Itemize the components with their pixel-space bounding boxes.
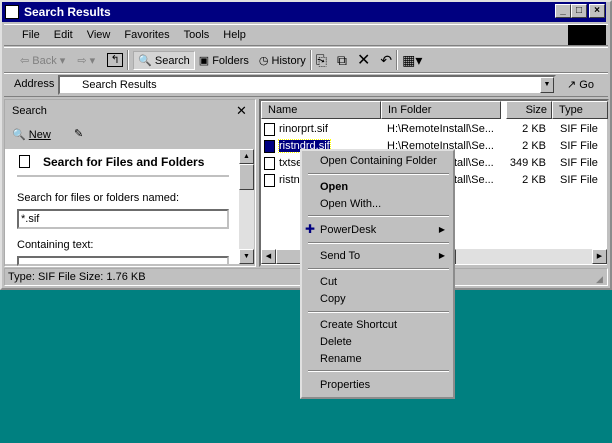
menu-open[interactable]: Open [320,179,348,195]
delete-icon[interactable]: ✕ [357,50,370,70]
window-title: Search Results [24,5,111,19]
maximize-button[interactable]: □ [571,4,587,18]
context-menu: Open Containing Folder Open Open With...… [300,149,455,399]
divider [17,175,229,177]
scroll-up-button[interactable]: ▲ [239,149,254,164]
file-row[interactable]: rinorprt.sif H:\RemoteInstall\Se... 2 KB SI… [264,121,604,138]
resize-grip[interactable]: ◢ [596,274,603,285]
search-window-icon [5,5,19,19]
submenu-arrow-icon: ▶ [438,225,445,234]
copy-to-icon[interactable]: ⧉ [337,52,347,69]
close-button[interactable]: × [589,4,605,18]
sif-file-icon [264,122,275,136]
search-assistant-icon[interactable]: ✎ [74,127,83,140]
column-in-folder[interactable]: In Folder [381,101,501,119]
windows-logo [568,25,606,45]
column-type[interactable]: Type [552,101,608,119]
file-name-input[interactable]: *.sif [17,209,229,229]
menu-delete[interactable]: Delete [320,334,352,350]
up-folder-icon[interactable]: ↰ [107,53,124,67]
sif-file-icon [264,173,275,187]
address-dropdown-button[interactable]: ▼ [540,77,554,93]
sif-file-icon [264,156,275,170]
search-pane-close-button[interactable]: ✕ [236,103,247,119]
address-input[interactable]: Search Results [58,75,556,95]
menu-create-shortcut[interactable]: Create Shortcut [320,317,397,333]
folders-button[interactable]: ▣ Folders [199,54,249,67]
menu-view[interactable]: View [87,29,111,41]
menu-edit[interactable]: Edit [54,29,73,41]
menu-bar: File Edit View Favorites Tools Help [4,24,608,46]
submenu-arrow-icon: ▶ [438,251,445,260]
undo-icon[interactable]: ↶ [380,52,392,69]
menu-copy[interactable]: Copy [320,291,346,307]
forward-button[interactable]: ⇨ ▾ [77,54,95,67]
column-size[interactable]: Size [506,101,552,119]
scroll-left-button[interactable]: ◀ [261,249,276,264]
search-doc-icon [19,155,30,168]
menu-cut[interactable]: Cut [320,274,337,290]
menu-powerdesk[interactable]: PowerDesk [320,222,376,238]
search-heading: Search for Files and Folders [43,155,205,169]
scroll-thumb[interactable] [239,164,254,190]
menu-help[interactable]: Help [223,29,246,41]
menu-tools[interactable]: Tools [184,29,210,41]
menu-send-to[interactable]: Send To [320,248,360,264]
menu-favorites[interactable]: Favorites [124,29,169,41]
move-to-icon[interactable]: ⎘ [316,52,327,69]
menu-properties[interactable]: Properties [320,377,370,393]
history-button[interactable]: ◷ History [259,54,306,67]
menu-open-with[interactable]: Open With... [320,196,381,212]
containing-text-input[interactable] [17,256,229,266]
search-button[interactable]: 🔍 Search [133,50,195,70]
powerdesk-icon: ✚ [305,222,316,236]
menu-open-containing-folder[interactable]: Open Containing Folder [320,153,437,169]
address-label: Address [14,78,55,90]
containing-label: Containing text: [17,239,94,251]
minimize-button[interactable]: _ [555,4,571,18]
named-label: Search for files or folders named: [17,192,180,204]
column-name[interactable]: Name [261,101,381,119]
menu-rename[interactable]: Rename [320,351,362,367]
scroll-down-button[interactable]: ▼ [239,249,254,264]
sif-file-icon [264,139,275,153]
new-search-button[interactable]: 🔍 New [12,128,51,141]
views-icon[interactable]: ▦▾ [402,52,422,69]
title-bar[interactable]: Search Results [2,2,606,22]
menu-file[interactable]: File [22,29,40,41]
search-pane-title: Search [12,105,47,117]
go-button[interactable]: ↗ Go [567,78,594,91]
scroll-right-button[interactable]: ▶ [592,249,607,264]
back-button[interactable]: ⇦ Back ▾ [20,54,65,67]
